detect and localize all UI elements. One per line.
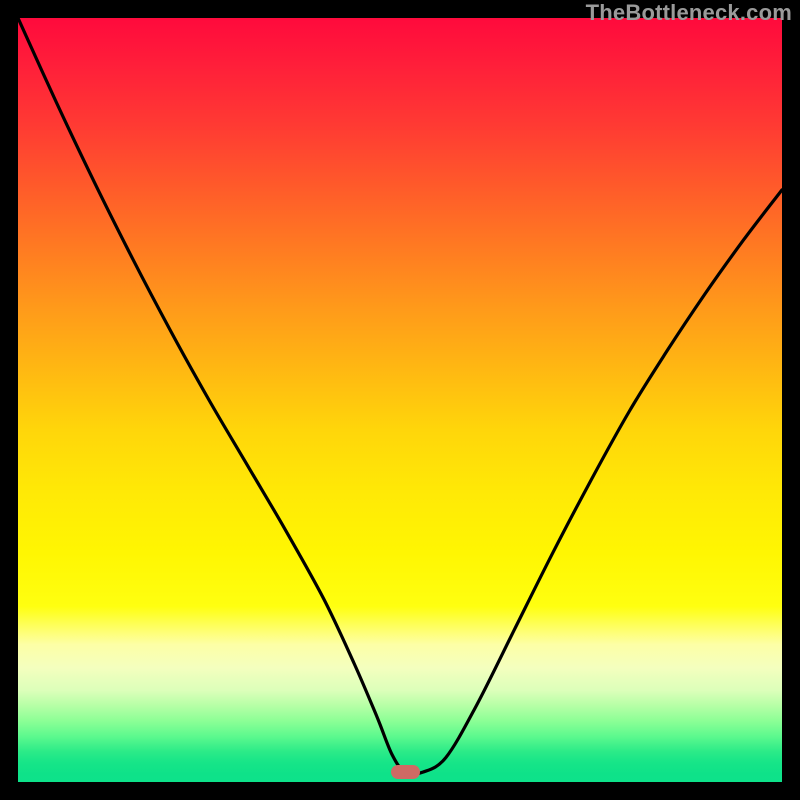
chart-stage: TheBottleneck.com [0, 0, 800, 800]
bottleneck-curve [18, 18, 782, 782]
optimal-marker [391, 765, 420, 780]
plot-area [18, 18, 782, 782]
watermark-text: TheBottleneck.com [586, 0, 792, 26]
